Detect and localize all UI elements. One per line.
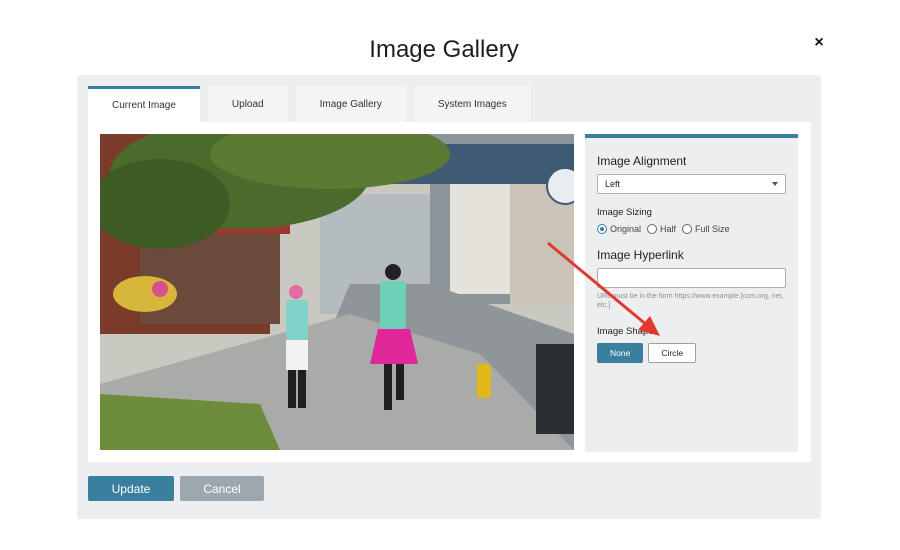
shape-none-button[interactable]: None bbox=[597, 343, 644, 363]
image-shape-button-group: None Circle bbox=[597, 343, 786, 363]
tab-upload[interactable]: Upload bbox=[207, 86, 288, 122]
sizing-option-original[interactable]: Original bbox=[597, 224, 641, 234]
tab-system-images[interactable]: System Images bbox=[413, 86, 531, 122]
sizing-option-label: Half bbox=[660, 224, 677, 234]
update-button[interactable]: Update bbox=[88, 476, 174, 501]
image-sizing-radio-group: Original Half Full Size bbox=[597, 224, 786, 234]
sizing-option-label: Full Size bbox=[695, 224, 730, 234]
image-hyperlink-label: Image Hyperlink bbox=[597, 248, 684, 262]
image-alignment-select[interactable]: Left bbox=[597, 174, 786, 194]
radio-full-size[interactable] bbox=[682, 224, 693, 234]
tab-image-gallery[interactable]: Image Gallery bbox=[295, 86, 406, 122]
current-image-preview bbox=[100, 134, 574, 450]
image-sizing-label: Image Sizing bbox=[597, 207, 652, 218]
sizing-option-full-size[interactable]: Full Size bbox=[682, 224, 730, 234]
image-alignment-label: Image Alignment bbox=[597, 154, 687, 168]
tab-bar: Current Image Upload Image Gallery Syste… bbox=[88, 86, 539, 122]
dialog-title: Image Gallery bbox=[369, 36, 519, 63]
image-hyperlink-input[interactable] bbox=[597, 268, 786, 288]
image-hyperlink-hint: URL must be in the form https://www.exam… bbox=[597, 293, 784, 309]
close-icon[interactable]: × bbox=[811, 33, 827, 53]
sizing-option-label: Original bbox=[610, 224, 642, 234]
sizing-option-half[interactable]: Half bbox=[647, 224, 676, 234]
image-alignment-value: Left bbox=[605, 179, 621, 189]
image-gallery-dialog: Image Gallery × Current Image Upload Ima… bbox=[0, 0, 900, 550]
chevron-down-icon bbox=[772, 182, 778, 186]
radio-half[interactable] bbox=[647, 224, 658, 234]
cancel-button[interactable]: Cancel bbox=[180, 476, 264, 501]
radio-original[interactable] bbox=[597, 224, 607, 234]
image-settings-panel: Image Alignment Left Image Sizing Origin… bbox=[585, 134, 798, 452]
dialog-panel: Current Image Upload Image Gallery Syste… bbox=[77, 75, 821, 519]
tab-current-image[interactable]: Current Image bbox=[88, 86, 200, 122]
current-image-tab-content: Image Alignment Left Image Sizing Origin… bbox=[88, 122, 811, 462]
shape-circle-button[interactable]: Circle bbox=[648, 343, 697, 363]
image-shape-label: Image Shape bbox=[597, 326, 654, 337]
